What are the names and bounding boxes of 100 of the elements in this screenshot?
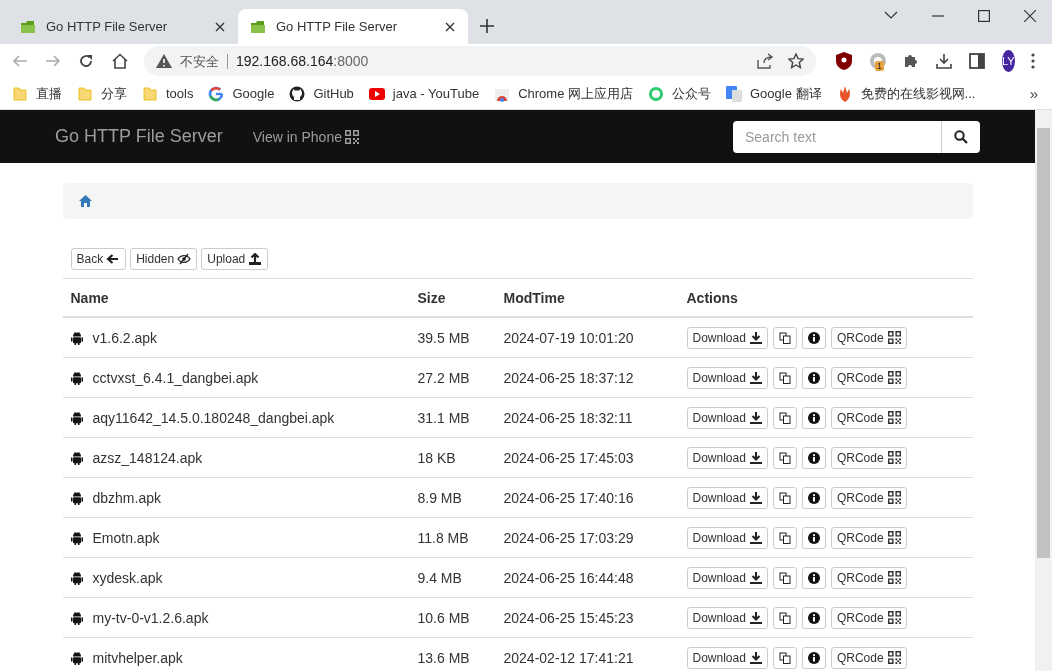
download-button[interactable]: Download [686,566,768,589]
close-icon[interactable] [1024,10,1036,22]
qr-code-button[interactable]: QRCode [830,406,907,429]
folder-icon [12,85,28,102]
bookmark[interactable]: GitHub [289,85,354,102]
share-icon[interactable] [756,53,774,69]
toolbar-button[interactable]: Hidden [130,248,198,270]
side-panel-icon[interactable] [969,53,985,69]
new-tab-icon[interactable] [480,19,494,33]
play-icon [368,85,385,102]
address-bar[interactable]: 不安全 192.168.68.164:8000 [144,46,816,76]
home-icon[interactable] [111,53,129,69]
browser-tab[interactable]: Go HTTP File Server [8,9,238,44]
browser-tab[interactable]: Go HTTP File Server [238,9,468,44]
more-bookmarks-button[interactable]: » [1021,85,1046,102]
download-button[interactable]: Download [686,326,768,349]
file-link[interactable]: dbzhm.apk [92,489,161,506]
qr-code-icon [887,531,901,544]
search-field[interactable]: Search text [733,120,941,153]
menu-icon[interactable] [1030,53,1035,69]
bookmark[interactable]: Google [208,85,275,102]
reload-icon[interactable] [78,53,94,69]
search-button[interactable] [941,120,980,153]
bookmark[interactable]: 直播 [12,84,62,103]
profile-avatar[interactable]: LY [1002,50,1015,72]
download-icon[interactable] [936,53,952,69]
file-link[interactable]: azsz_148124.apk [92,449,203,466]
folder-icon [250,18,266,35]
shield-icon[interactable] [836,52,852,70]
download-icon [749,531,762,544]
scrollbar-thumb[interactable] [1037,128,1050,558]
qr-code-button[interactable]: QRCode [830,646,907,669]
download-button[interactable]: Download [686,606,768,629]
chevron-down-icon[interactable] [884,10,898,20]
file-link[interactable]: Emotn.apk [92,529,160,546]
bookmark[interactable]: 公众号 [648,84,711,103]
download-button[interactable]: Download [686,406,768,429]
info-button[interactable] [801,406,826,429]
info-button[interactable] [801,366,826,389]
maximize-icon[interactable] [978,10,990,22]
qr-code-button[interactable]: QRCode [830,446,907,469]
qr-code-button[interactable]: QRCode [830,566,907,589]
download-button[interactable]: Download [686,646,768,669]
file-link[interactable]: aqy11642_14.5.0.180248_dangbei.apk [92,409,335,426]
file-link[interactable]: mitvhelper.apk [92,649,183,666]
brand-link[interactable]: Go HTTP File Server [55,126,223,147]
toolbar-button[interactable]: Upload [201,248,269,270]
bookmark[interactable]: java - YouTube [368,85,480,102]
copy-button[interactable] [772,526,797,549]
info-button[interactable] [801,326,826,349]
scrollbar[interactable] [1035,110,1052,671]
download-button[interactable]: Download [686,486,768,509]
toolbar-button[interactable]: Back [70,248,127,270]
info-button[interactable] [801,486,826,509]
bookmark[interactable]: Chrome 网上应用店 [494,84,633,103]
file-link[interactable]: cctvxst_6.4.1_dangbei.apk [92,369,259,386]
copy-icon [778,651,791,664]
close-icon[interactable] [214,20,226,33]
view-in-phone-link[interactable]: View in Phone [252,128,359,145]
copy-icon [778,491,791,504]
upload-icon [248,253,263,265]
column-header: Name [69,289,110,306]
info-button[interactable] [801,646,826,669]
file-link[interactable]: v1.6.2.apk [92,329,158,346]
copy-button[interactable] [772,606,797,629]
qr-code-icon [887,611,901,624]
download-button[interactable]: Download [686,446,768,469]
copy-button[interactable] [772,486,797,509]
table-cell-text: 9.4 MB [416,569,463,586]
bookmark[interactable]: Google 翻译 [726,84,822,103]
qr-code-button[interactable]: QRCode [830,326,907,349]
copy-icon [778,451,791,464]
copy-button[interactable] [772,646,797,669]
file-link[interactable]: xydesk.apk [92,569,163,586]
copy-button[interactable] [772,566,797,589]
bookmark[interactable]: 免费的在线影视网... [836,84,976,103]
info-button[interactable] [801,606,826,629]
download-button[interactable]: Download [686,366,768,389]
info-button[interactable] [801,446,826,469]
qr-code-button[interactable]: QRCode [830,486,907,509]
copy-button[interactable] [772,446,797,469]
qr-code-button[interactable]: QRCode [830,366,907,389]
close-icon[interactable] [444,20,456,33]
star-icon[interactable] [788,53,804,69]
bookmark[interactable]: 分享 [77,84,127,103]
qr-code-button[interactable]: QRCode [830,526,907,549]
file-link[interactable]: my-tv-0-v1.2.6.apk [92,609,209,626]
bookmark[interactable]: tools [142,85,194,102]
home-icon[interactable] [78,195,92,207]
download-button[interactable]: Download [686,526,768,549]
copy-button[interactable] [772,406,797,429]
qr-code-button[interactable]: QRCode [830,606,907,629]
info-button[interactable] [801,526,826,549]
copy-button[interactable] [772,326,797,349]
info-button[interactable] [801,566,826,589]
table-cell-text: 2024-02-12 17:41:21 [502,649,635,666]
download-icon [749,371,762,384]
ring-icon[interactable] [869,52,887,70]
copy-button[interactable] [772,366,797,389]
puzzle-icon[interactable] [903,53,919,69]
